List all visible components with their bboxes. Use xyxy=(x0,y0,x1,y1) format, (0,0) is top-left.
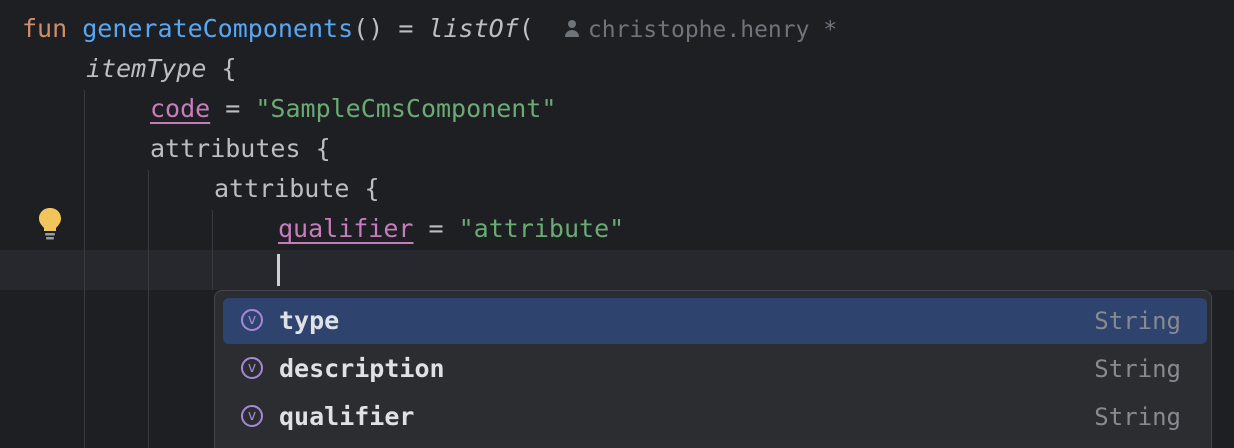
code-editor[interactable]: fun generateComponents() = listOf( chris… xyxy=(0,0,1234,448)
author-suffix: * xyxy=(823,17,838,43)
function-name: generateComponents xyxy=(82,14,354,43)
keyword-fun: fun xyxy=(22,14,68,43)
variable-icon: v xyxy=(241,309,263,331)
completion-item-type[interactable]: v type String xyxy=(223,298,1207,344)
code-line-6[interactable]: qualifier = "attribute" xyxy=(278,209,624,249)
code-line-3[interactable]: code = "SampleCmsComponent" xyxy=(150,89,556,129)
completion-item-type-label: String xyxy=(1094,355,1181,383)
completion-item-type-label: String xyxy=(1094,307,1181,335)
property-qualifier: qualifier xyxy=(278,214,414,243)
equals-sign: = xyxy=(210,94,256,123)
completion-item-name: type xyxy=(279,306,340,335)
completion-item-name: qualifier xyxy=(279,402,415,431)
indent-guide xyxy=(84,90,85,448)
equals-sign: = xyxy=(383,14,429,43)
parens: () xyxy=(353,14,384,43)
attribute-call: attribute xyxy=(214,174,350,203)
string-value: "attribute" xyxy=(458,214,625,243)
completion-popup[interactable]: v type String v description String v qua… xyxy=(214,290,1212,448)
completion-item-type-label: String xyxy=(1094,403,1181,431)
lightbulb-icon[interactable] xyxy=(36,206,64,240)
completion-item-description[interactable]: v description String xyxy=(223,346,1207,392)
open-brace: { xyxy=(206,54,237,83)
code-line-2[interactable]: itemType { xyxy=(86,49,237,89)
text-caret xyxy=(277,254,280,286)
itemtype-call: itemType xyxy=(86,54,207,83)
code-line-5[interactable]: attribute { xyxy=(214,169,380,209)
open-brace: { xyxy=(349,174,380,203)
attributes-call: attributes xyxy=(150,134,301,163)
string-value: "SampleCmsComponent" xyxy=(255,94,557,123)
completion-item-name: description xyxy=(279,354,445,383)
indent-guide xyxy=(212,210,213,290)
indent-guide xyxy=(148,170,149,448)
equals-sign: = xyxy=(413,214,459,243)
completion-item-qualifier[interactable]: v qualifier String xyxy=(223,394,1207,440)
code-line-1[interactable]: fun generateComponents() = listOf( chris… xyxy=(22,9,837,49)
code-vision-author[interactable]: christophe.henry * xyxy=(564,17,837,43)
current-line-highlight xyxy=(0,250,1234,290)
property-code: code xyxy=(150,94,211,123)
open-brace: { xyxy=(300,134,331,163)
code-line-4[interactable]: attributes { xyxy=(150,129,331,169)
listof-call: listOf xyxy=(428,14,519,43)
variable-icon: v xyxy=(241,357,263,379)
variable-icon: v xyxy=(241,405,263,427)
open-paren: ( xyxy=(518,14,534,43)
user-icon xyxy=(564,20,580,38)
author-name: christophe.henry xyxy=(587,17,810,43)
